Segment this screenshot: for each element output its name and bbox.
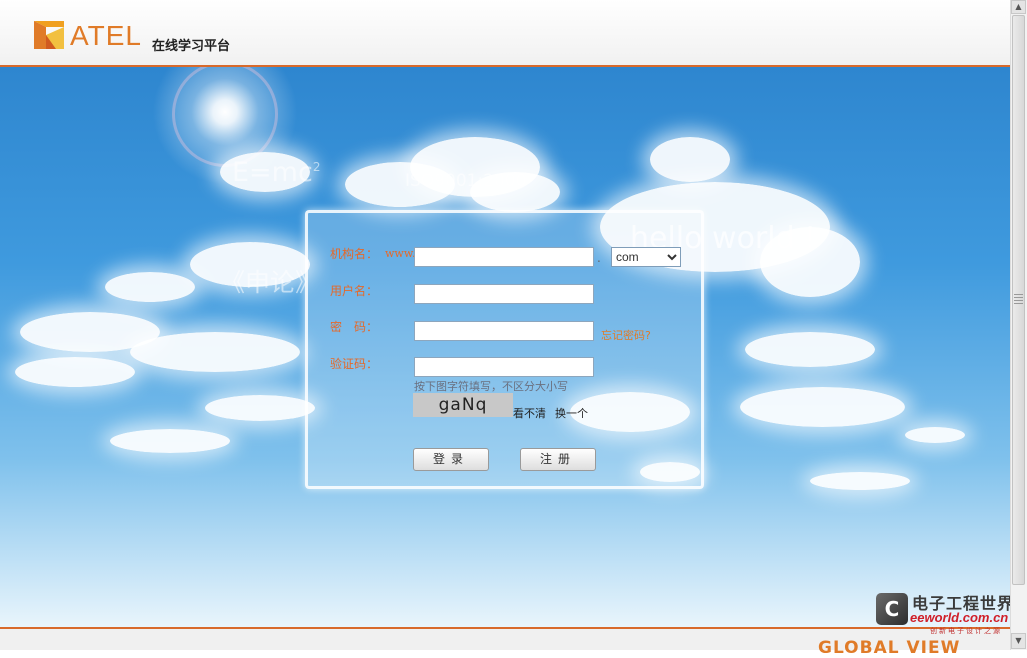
password-input[interactable] — [414, 321, 594, 341]
iso-text: ISO9001:2000 — [405, 171, 527, 191]
username-input[interactable] — [414, 284, 594, 304]
cloud — [130, 332, 300, 372]
register-button[interactable]: 注册 — [520, 448, 596, 471]
formula-text: E=mc2 — [232, 157, 321, 188]
cloud — [205, 395, 315, 421]
domain-suffix-select[interactable]: com — [611, 247, 681, 267]
org-input[interactable] — [414, 247, 594, 267]
cant-see-link[interactable]: 看不清 — [513, 405, 546, 421]
captcha-label: 验证码： — [330, 357, 379, 371]
password-label: 密 码： — [330, 320, 379, 334]
org-label: 机构名： — [330, 247, 379, 261]
username-label: 用户名： — [330, 284, 379, 298]
captcha-image[interactable]: gaNq — [413, 393, 513, 417]
org-prefix: www. — [385, 247, 416, 260]
eeworld-logo-icon: C — [876, 593, 908, 625]
cloud — [110, 429, 230, 453]
atel-logo-icon — [34, 21, 64, 49]
brand-name: ATEL — [70, 20, 142, 51]
watermark-sub: 创新电子设计之源 — [930, 627, 1002, 635]
forgot-password-link[interactable]: 忘记密码? — [601, 327, 651, 343]
login-button[interactable]: 登录 — [413, 448, 489, 471]
scroll-up-icon[interactable]: ▲ — [1011, 0, 1026, 14]
cloud — [745, 332, 875, 367]
platform-title: 在线学习平台 — [152, 39, 231, 54]
watermark-en: eeworld.com.cn — [910, 610, 1009, 625]
cloud — [905, 427, 965, 443]
scroll-down-icon[interactable]: ▼ — [1011, 633, 1026, 649]
change-captcha-link[interactable]: 换一个 — [555, 405, 588, 421]
cloud — [15, 357, 135, 387]
captcha-hint: 按下图字符填写，不区分大小写 — [414, 380, 568, 393]
captcha-input[interactable] — [414, 357, 594, 377]
cloud — [105, 272, 195, 302]
domain-dot: . — [597, 251, 601, 265]
footer-slogan: GLOBAL VIEW — [818, 638, 961, 658]
cloud — [810, 472, 910, 490]
cloud — [740, 387, 905, 427]
cloud — [650, 137, 730, 182]
header-bar — [0, 0, 1010, 67]
scroll-grip-icon — [1014, 294, 1023, 304]
